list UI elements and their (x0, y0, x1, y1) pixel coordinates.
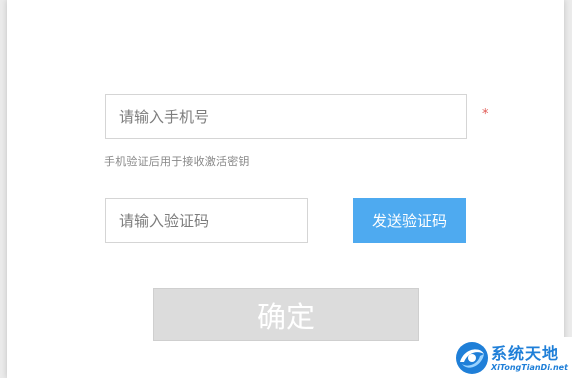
phone-input[interactable] (105, 94, 467, 139)
verification-code-input[interactable] (105, 198, 308, 243)
phone-hint-text: 手机验证后用于接收激活密钥 (104, 155, 250, 168)
swirl-logo-icon (456, 342, 488, 374)
confirm-button[interactable]: 确定 (153, 288, 419, 341)
watermark-title: 系统天地 (491, 344, 560, 363)
watermark-subtitle: XiTongTianDi.net (491, 363, 568, 372)
dialog-panel: * 手机验证后用于接收激活密钥 发送验证码 确定 (7, 0, 564, 378)
watermark: 系统天地 XiTongTianDi.net (452, 337, 572, 378)
send-code-button[interactable]: 发送验证码 (353, 198, 466, 243)
required-asterisk: * (482, 107, 489, 122)
